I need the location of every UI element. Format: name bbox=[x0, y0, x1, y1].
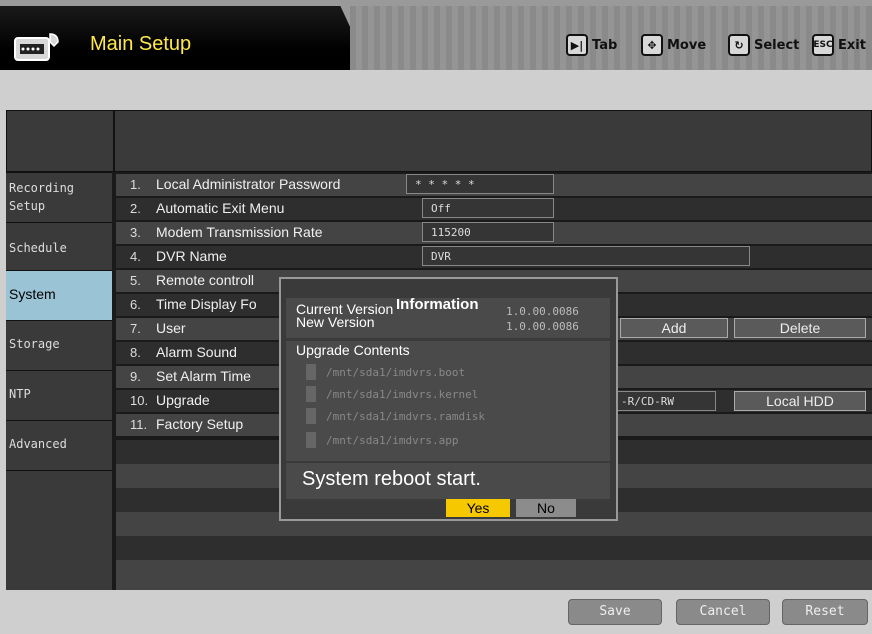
current-version-value: 1.0.00.0086 bbox=[506, 305, 579, 318]
file-checkbox bbox=[306, 364, 316, 380]
file-item: /mnt/sda1/imdvrs.app bbox=[306, 431, 458, 449]
setting-number: 2. bbox=[130, 201, 141, 216]
sidebar-header bbox=[6, 110, 114, 172]
setting-number: 7. bbox=[130, 321, 141, 336]
modem-rate-select[interactable]: 115200 bbox=[422, 222, 554, 242]
setup-tools-icon bbox=[12, 30, 72, 64]
setting-number: 5. bbox=[130, 273, 141, 288]
setting-label: Modem Transmission Rate bbox=[156, 224, 323, 240]
sidebar-item-storage[interactable]: Storage bbox=[6, 320, 112, 370]
file-item: /mnt/sda1/imdvrs.kernel bbox=[306, 385, 478, 403]
setting-label: Alarm Sound bbox=[156, 344, 237, 360]
tab-icon: ▶| bbox=[566, 34, 588, 56]
new-version-label: New Version bbox=[296, 314, 375, 330]
content-header bbox=[114, 110, 872, 172]
setting-number: 8. bbox=[130, 345, 141, 360]
sidebar-item-schedule[interactable]: Schedule bbox=[6, 222, 112, 272]
delete-user-button[interactable]: Delete bbox=[734, 318, 866, 338]
setting-row-modem-rate[interactable]: 3. Modem Transmission Rate 115200 bbox=[116, 222, 872, 244]
sidebar-item-recording-setup[interactable]: Recording Setup bbox=[6, 172, 112, 222]
no-button[interactable]: No bbox=[516, 499, 576, 517]
setting-label: User bbox=[156, 320, 186, 336]
sidebar-empty bbox=[6, 470, 112, 590]
dialog-title: Information bbox=[396, 296, 479, 313]
esc-icon: ESC bbox=[812, 34, 834, 56]
hint-move-label: Move bbox=[667, 37, 707, 53]
hint-tab-label: Tab bbox=[592, 37, 618, 53]
setting-row-admin-password[interactable]: 1. Local Administrator Password * * * * * bbox=[116, 174, 872, 196]
setting-row-dvr-name[interactable]: 4. DVR Name DVR bbox=[116, 246, 872, 268]
local-hdd-button[interactable]: Local HDD bbox=[734, 391, 866, 411]
select-icon: ↻ bbox=[728, 34, 750, 56]
setting-label: Time Display Fo bbox=[156, 296, 257, 312]
setting-number: 1. bbox=[130, 177, 141, 192]
setting-number: 10. bbox=[130, 393, 149, 408]
yes-button[interactable]: Yes bbox=[446, 499, 510, 517]
empty-row bbox=[116, 536, 872, 560]
sidebar-item-system[interactable]: System bbox=[6, 270, 112, 320]
setting-label: Factory Setup bbox=[156, 416, 244, 432]
setting-number: 11. bbox=[130, 417, 148, 432]
file-item: /mnt/sda1/imdvrs.boot bbox=[306, 363, 465, 381]
setting-label: Set Alarm Time bbox=[156, 368, 251, 384]
new-version-value: 1.0.00.0086 bbox=[506, 320, 579, 333]
setting-number: 9. bbox=[130, 369, 141, 384]
sidebar-item-ntp[interactable]: NTP bbox=[6, 370, 112, 420]
auto-exit-select[interactable]: Off bbox=[422, 198, 554, 218]
reset-button[interactable]: Reset bbox=[782, 599, 868, 625]
save-button[interactable]: Save bbox=[568, 599, 662, 625]
move-icon: ✥ bbox=[641, 34, 663, 56]
setting-number: 3. bbox=[130, 225, 141, 240]
empty-row bbox=[116, 560, 872, 590]
hint-select-label: Select bbox=[754, 37, 800, 53]
cancel-button[interactable]: Cancel bbox=[676, 599, 770, 625]
setting-label: Automatic Exit Menu bbox=[156, 200, 285, 216]
hint-tab: ▶| Tab bbox=[566, 34, 617, 56]
setting-number: 6. bbox=[130, 297, 141, 312]
upgrade-contents-label: Upgrade Contents bbox=[296, 342, 410, 358]
hint-exit: ESC Exit bbox=[812, 34, 866, 56]
admin-password-field[interactable]: * * * * * bbox=[406, 174, 554, 194]
setting-label: Upgrade bbox=[156, 392, 210, 408]
dvr-name-field[interactable]: DVR bbox=[422, 246, 750, 266]
setting-label: Remote controll bbox=[156, 272, 255, 288]
page-title: Main Setup bbox=[90, 33, 192, 55]
setting-row-auto-exit[interactable]: 2. Automatic Exit Menu Off bbox=[116, 198, 872, 220]
file-checkbox bbox=[306, 408, 316, 424]
setting-label: Local Administrator Password bbox=[156, 176, 341, 192]
add-user-button[interactable]: Add bbox=[620, 318, 728, 338]
hint-select: ↻ Select bbox=[728, 34, 799, 56]
setting-number: 4. bbox=[130, 249, 141, 264]
reboot-message: System reboot start. bbox=[302, 468, 481, 490]
file-checkbox bbox=[306, 432, 316, 448]
hint-move: ✥ Move bbox=[641, 34, 706, 56]
setting-label: DVR Name bbox=[156, 248, 227, 264]
file-checkbox bbox=[306, 386, 316, 402]
sidebar-item-advanced[interactable]: Advanced bbox=[6, 420, 112, 470]
file-item: /mnt/sda1/imdvrs.ramdisk bbox=[306, 407, 485, 425]
hint-exit-label: Exit bbox=[838, 37, 866, 53]
upgrade-media-select[interactable]: -R/CD-RW bbox=[612, 391, 716, 411]
